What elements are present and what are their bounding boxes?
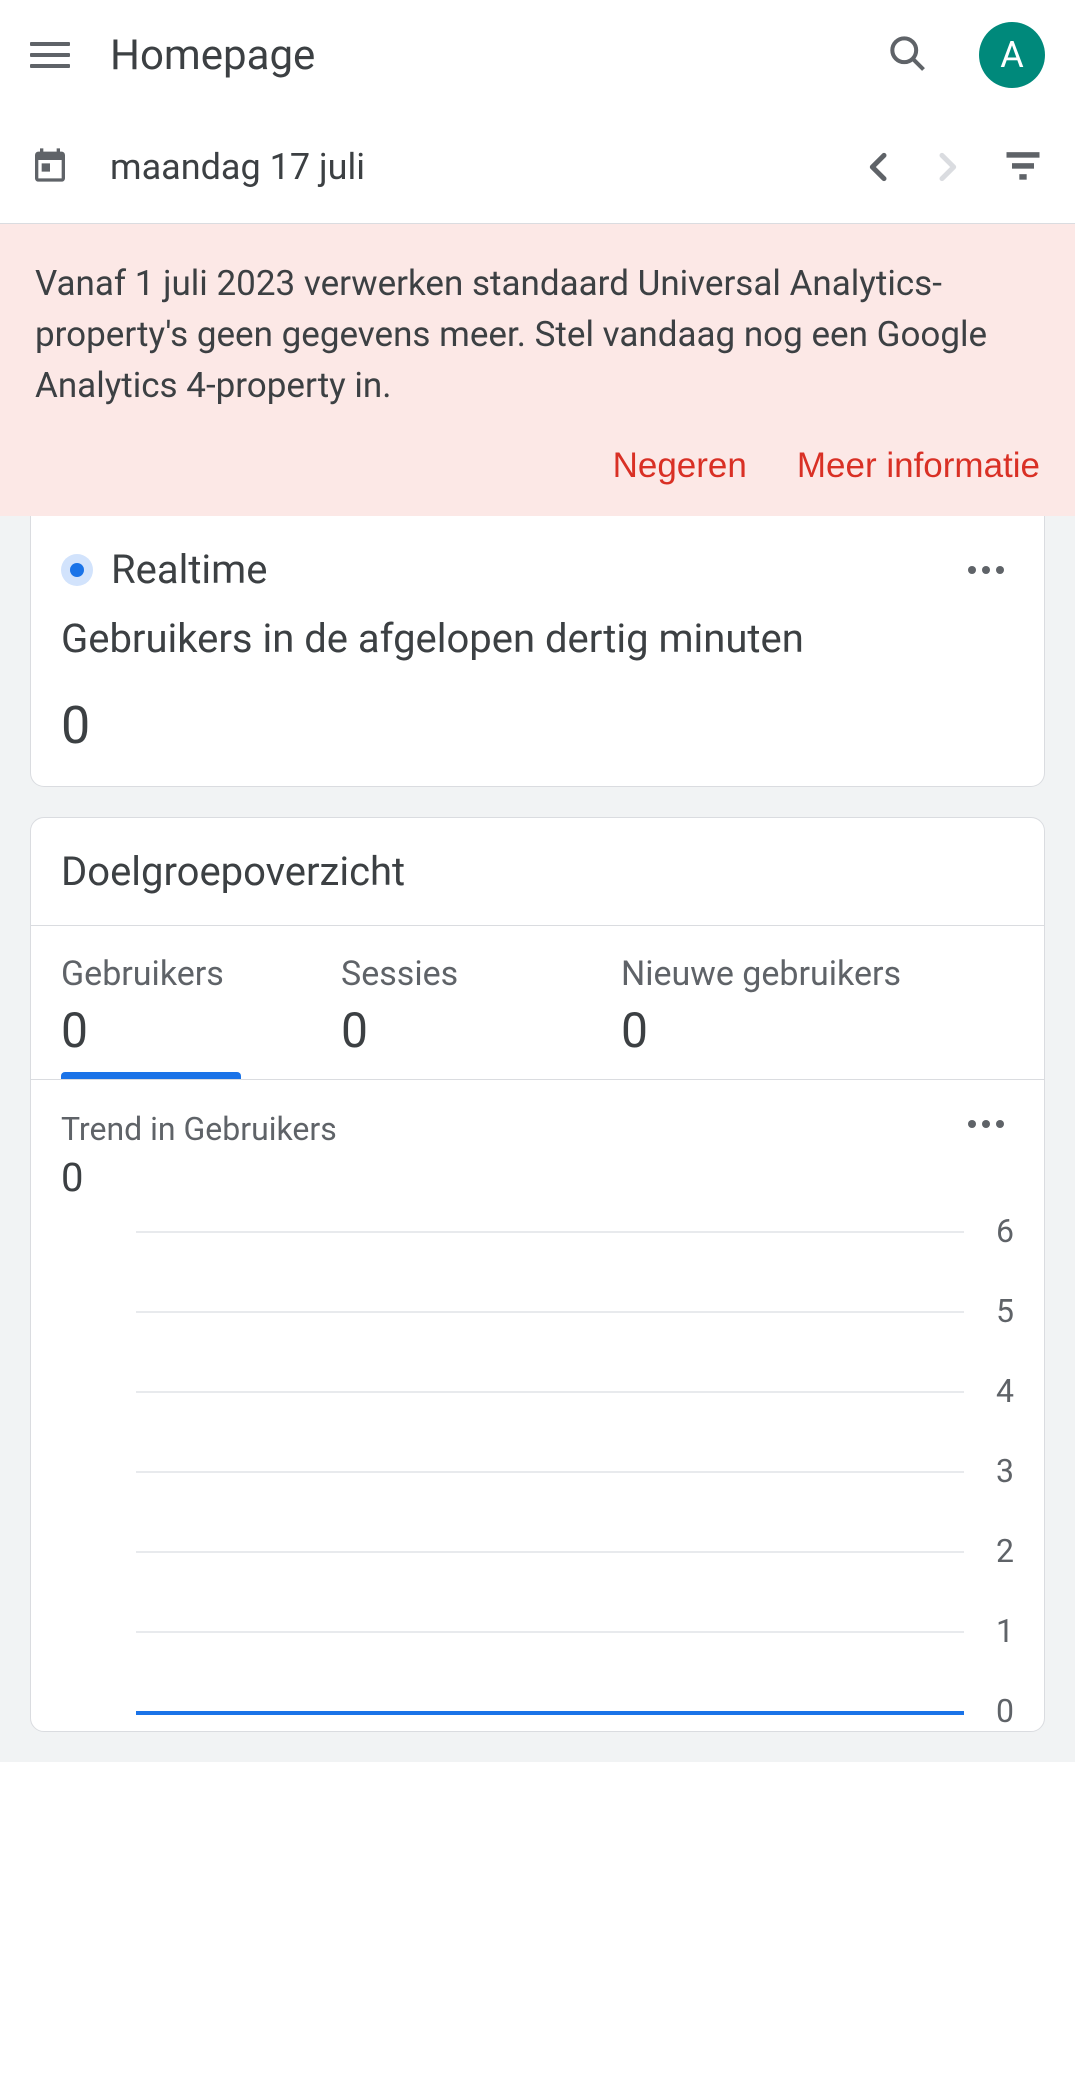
y-tick-label: 4 <box>996 1372 1014 1410</box>
metric-label: Gebruikers <box>61 954 281 994</box>
y-tick-label: 6 <box>996 1212 1014 1250</box>
menu-icon[interactable] <box>30 35 70 75</box>
date-label[interactable]: maandag 17 juli <box>110 146 855 188</box>
filter-icon[interactable] <box>971 143 1045 191</box>
realtime-card: Realtime Gebruikers in de afgelopen dert… <box>30 516 1045 787</box>
y-tick-label: 1 <box>996 1612 1014 1650</box>
metric-value: 0 <box>621 1002 901 1059</box>
y-tick-label: 2 <box>996 1532 1014 1570</box>
audience-card: Doelgroepoverzicht Gebruikers 0 Sessies … <box>30 817 1045 1732</box>
date-bar: maandag 17 juli <box>0 110 1075 224</box>
audience-title: Doelgroepoverzicht <box>31 818 1044 926</box>
gridline <box>136 1711 964 1715</box>
y-tick-label: 3 <box>996 1452 1014 1490</box>
metric-value: 0 <box>341 1002 561 1059</box>
gridline <box>136 1311 964 1313</box>
trend-title: Trend in Gebruikers <box>61 1110 958 1148</box>
gridline <box>136 1631 964 1633</box>
trend-value: 0 <box>61 1154 958 1201</box>
realtime-title: Realtime <box>111 546 958 593</box>
page-title: Homepage <box>110 31 885 80</box>
metrics-row: Gebruikers 0 Sessies 0 Nieuwe gebruikers… <box>31 926 1044 1080</box>
live-indicator-icon <box>61 554 93 586</box>
realtime-subtitle: Gebruikers in de afgelopen dertig minute… <box>61 613 1014 665</box>
avatar[interactable]: A <box>979 22 1045 88</box>
gridline <box>136 1231 964 1233</box>
metric-label: Sessies <box>341 954 561 994</box>
realtime-more-icon[interactable] <box>958 556 1014 584</box>
y-tick-label: 0 <box>996 1692 1014 1730</box>
metric-new-users[interactable]: Nieuwe gebruikers 0 <box>591 926 931 1079</box>
gridline <box>136 1391 964 1393</box>
metric-sessions[interactable]: Sessies 0 <box>311 926 591 1079</box>
dismiss-button[interactable]: Negeren <box>613 446 747 486</box>
metric-label: Nieuwe gebruikers <box>621 954 901 994</box>
metric-value: 0 <box>61 1002 281 1059</box>
prev-day-button[interactable] <box>855 143 903 191</box>
trend-header: Trend in Gebruikers 0 <box>31 1080 1044 1211</box>
gridline <box>136 1551 964 1553</box>
ua-sunset-notice: Vanaf 1 juli 2023 verwerken standaard Un… <box>0 224 1075 516</box>
avatar-letter: A <box>1000 34 1023 76</box>
content-area: Realtime Gebruikers in de afgelopen dert… <box>0 516 1075 1762</box>
search-icon[interactable] <box>885 31 979 79</box>
more-info-button[interactable]: Meer informatie <box>797 446 1040 486</box>
realtime-value: 0 <box>61 695 1014 756</box>
y-tick-label: 5 <box>996 1292 1014 1330</box>
next-day-button <box>923 143 971 191</box>
trend-more-icon[interactable] <box>958 1110 1014 1138</box>
calendar-icon[interactable] <box>30 145 70 189</box>
top-bar: Homepage A <box>0 0 1075 110</box>
metric-users[interactable]: Gebruikers 0 <box>31 926 311 1079</box>
notice-text: Vanaf 1 juli 2023 verwerken standaard Un… <box>35 259 1040 411</box>
gridline <box>136 1471 964 1473</box>
trend-chart: 0 1 2 3 4 5 6 <box>31 1211 1044 1731</box>
